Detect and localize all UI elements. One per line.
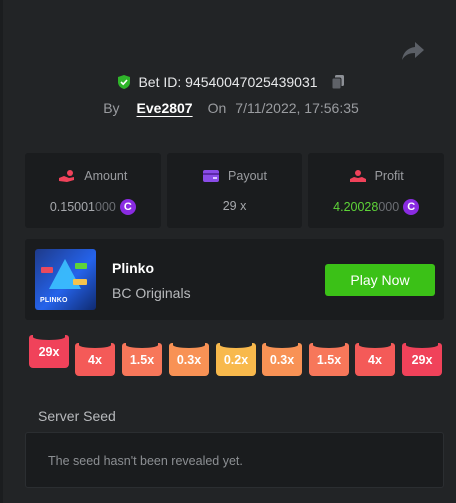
profit-value: 4.20028	[333, 200, 379, 214]
bet-id: Bet ID: 94540047025439031	[138, 74, 318, 90]
amount-label: Amount	[84, 169, 128, 183]
hand-coin-icon	[59, 170, 75, 182]
multiplier-slot: 4x	[75, 342, 115, 376]
coin-icon: C	[403, 199, 420, 215]
multiplier-slot: 0.2x	[216, 342, 256, 376]
multiplier-slot: 29x	[402, 342, 442, 376]
server-seed-field: The seed hasn't been revealed yet.	[25, 432, 444, 488]
amount-value-trailing: 000	[95, 200, 116, 214]
by-label: By	[103, 100, 120, 116]
game-subtitle: BC Originals	[112, 285, 191, 301]
multiplier-slot: 1.5x	[309, 342, 349, 376]
game-title: Plinko	[112, 260, 155, 276]
multiplier-slot: 0.3x	[169, 342, 209, 376]
coin-icon: C	[119, 199, 136, 215]
payout-label: Payout	[228, 169, 267, 183]
bet-stats: Amount 0.15001000 C Payout 29 x Profit 4…	[25, 153, 445, 228]
game-card: PLINKO Plinko BC Originals Play Now	[25, 239, 444, 320]
multiplier-slot: 4x	[355, 342, 395, 376]
profit-icon	[349, 170, 366, 182]
bet-id-row: Bet ID: 94540047025439031	[3, 72, 456, 92]
server-seed-label: Server Seed	[38, 408, 116, 424]
multiplier-row: 29x 4x 1.5x 0.3x 0.2x 0.3x 1.5x 4x 29x	[3, 334, 456, 380]
payout-value: 29 x	[222, 199, 247, 213]
share-icon[interactable]	[401, 40, 425, 62]
wallet-icon	[203, 170, 220, 182]
multiplier-slot: 0.3x	[262, 342, 302, 376]
bet-details-panel: Bet ID: 94540047025439031 By Eve2807 On …	[0, 0, 456, 503]
shield-check-icon	[118, 75, 131, 89]
bet-author-row: By Eve2807 On 7/11/2022, 17:56:35	[3, 98, 456, 118]
amount-card: Amount 0.15001000 C	[25, 153, 161, 228]
multiplier-slot: 29x	[29, 334, 69, 368]
payout-card: Payout 29 x	[166, 153, 303, 228]
amount-value: 0.15001	[49, 200, 95, 214]
profit-card: Profit 4.20028000 C	[308, 153, 445, 228]
thumbnail-label: PLINKO	[40, 297, 68, 304]
play-now-button[interactable]: Play Now	[325, 264, 435, 296]
profit-value-trailing: 000	[378, 200, 400, 214]
on-label: On	[207, 100, 227, 116]
server-seed-text: The seed hasn't been revealed yet.	[48, 454, 243, 468]
multiplier-slot: 1.5x	[122, 342, 162, 376]
copy-icon[interactable]	[330, 74, 346, 90]
username-link[interactable]: Eve2807	[137, 100, 193, 116]
bet-datetime: 7/11/2022, 17:56:35	[235, 100, 359, 116]
profit-label: Profit	[374, 169, 404, 183]
plinko-thumbnail[interactable]: PLINKO	[35, 249, 96, 310]
